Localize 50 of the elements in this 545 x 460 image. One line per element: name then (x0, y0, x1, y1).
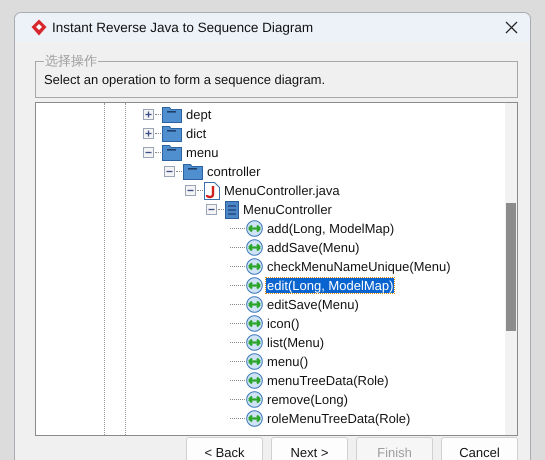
method-icon (246, 239, 263, 256)
tree-item[interactable]: MenuController.java (223, 183, 341, 198)
method-icon (246, 334, 263, 351)
tree-item[interactable]: controller (206, 164, 262, 179)
wizard-button[interactable]: Cancel (441, 437, 518, 460)
collapse-icon[interactable] (185, 185, 196, 196)
tree-item[interactable]: menu() (266, 354, 310, 369)
collapse-icon[interactable] (143, 147, 154, 158)
tree-item[interactable]: addSave(Menu) (266, 240, 360, 255)
wizard-button[interactable]: Next > (271, 437, 348, 460)
scrollbar-thumb[interactable] (506, 203, 516, 331)
app-logo-icon (31, 19, 47, 36)
collapse-icon[interactable] (206, 204, 217, 215)
method-icon (246, 372, 263, 389)
method-icon (246, 277, 263, 294)
tree-item[interactable]: dict (185, 126, 208, 141)
class-icon (225, 200, 239, 218)
tree-item[interactable]: editSave(Menu) (266, 297, 360, 312)
expand-icon[interactable] (143, 109, 154, 120)
tree-item[interactable]: remove(Long) (266, 392, 349, 407)
tree-item[interactable]: menu (185, 145, 220, 160)
tree-item[interactable]: edit(Long, ModelMap) (266, 278, 394, 293)
java-file-icon (204, 182, 220, 200)
folder-icon (162, 144, 182, 161)
tree-item[interactable]: checkMenuNameUnique(Menu) (266, 259, 452, 274)
window-title: Instant Reverse Java to Sequence Diagram (52, 20, 314, 35)
wizard-button[interactable]: < Back (186, 437, 263, 460)
tree-item[interactable]: MenuController (242, 202, 333, 217)
folder-icon (183, 163, 203, 180)
method-icon (246, 296, 263, 313)
close-icon[interactable] (505, 21, 518, 34)
method-icon (246, 353, 263, 370)
tree-item[interactable]: menuTreeData(Role) (266, 373, 390, 388)
folder-icon (162, 125, 182, 142)
method-icon (246, 258, 263, 275)
method-icon (246, 220, 263, 237)
tree-item[interactable]: list(Menu) (266, 335, 326, 350)
group-legend: 选择操作 (44, 52, 98, 70)
method-icon (246, 315, 263, 332)
expand-icon[interactable] (143, 128, 154, 139)
method-icon (246, 410, 263, 427)
tree-item[interactable]: icon() (266, 316, 301, 331)
tree-item[interactable]: add(Long, ModelMap) (266, 221, 396, 236)
folder-icon (162, 106, 182, 123)
tree-item[interactable]: roleMenuTreeData(Role) (266, 411, 412, 426)
scrollbar[interactable] (505, 103, 517, 435)
method-icon (246, 391, 263, 408)
tree-item[interactable]: dept (185, 107, 212, 122)
instruction-text: Select an operation to form a sequence diagram. (44, 72, 326, 87)
collapse-icon[interactable] (164, 166, 175, 177)
